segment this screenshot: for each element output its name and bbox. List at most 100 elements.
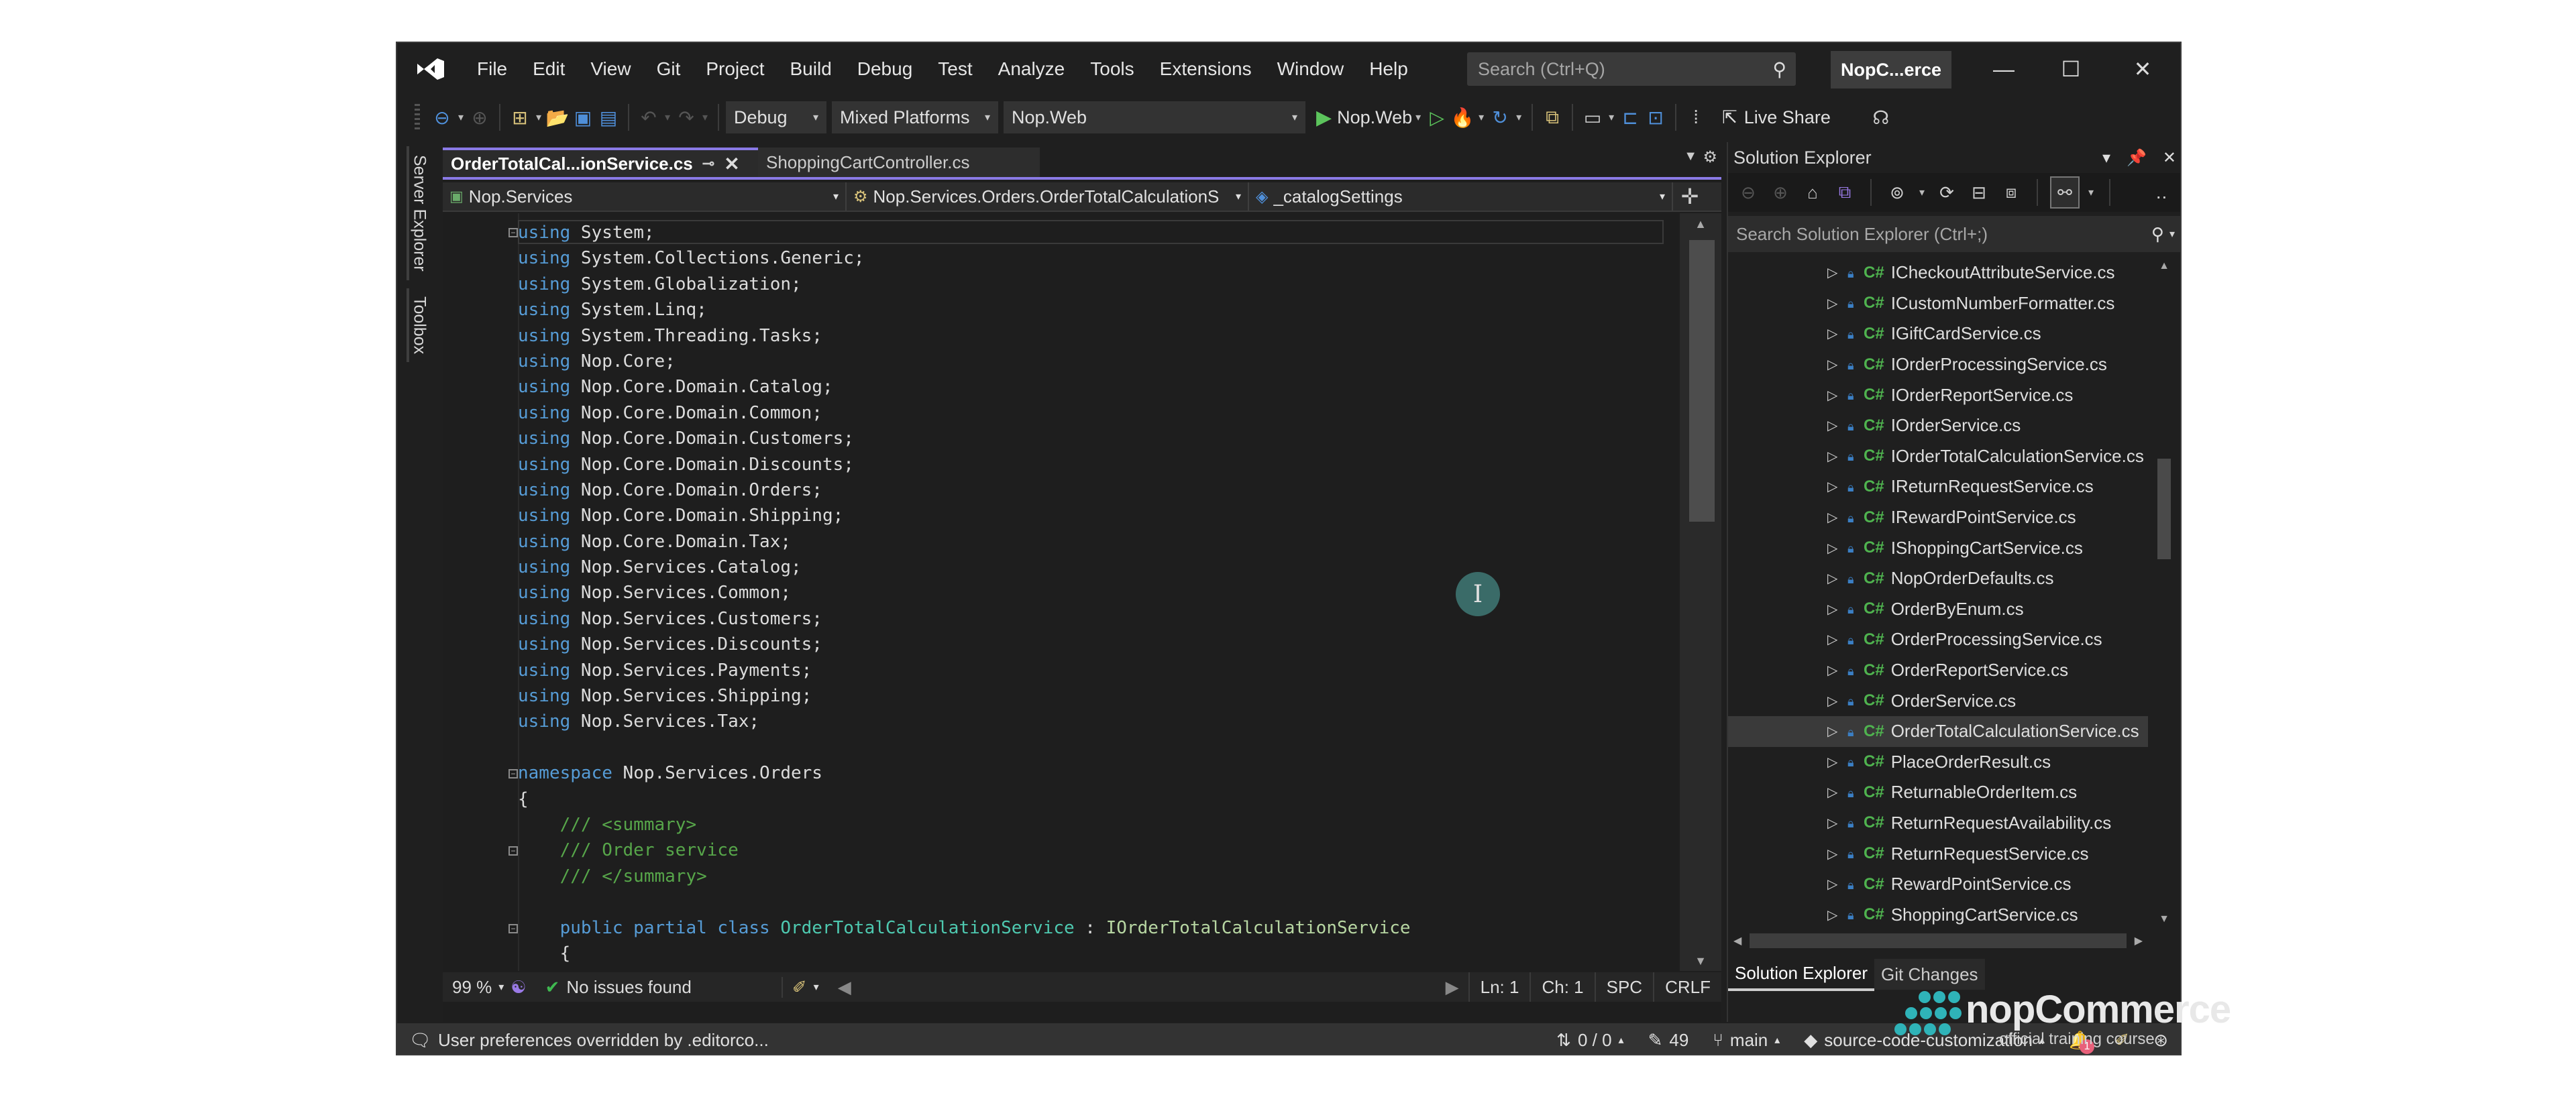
- solution-tree-vertical-scrollbar[interactable]: ▲ ▼: [2149, 257, 2179, 928]
- expand-arrow-icon[interactable]: ▷: [1827, 509, 1842, 526]
- browser-link-icon[interactable]: ⧉: [1540, 103, 1565, 132]
- step-icon[interactable]: ⊏: [1617, 103, 1643, 132]
- expand-arrow-icon[interactable]: ▷: [1827, 478, 1842, 495]
- more-options-icon[interactable]: ‥: [2148, 178, 2175, 207]
- code-line[interactable]: public partial class OrderTotalCalculati…: [518, 915, 1677, 941]
- code-line[interactable]: [518, 889, 1677, 915]
- hscroll-left-icon[interactable]: ◀: [828, 977, 861, 998]
- layout-icon[interactable]: ▭: [1580, 103, 1605, 132]
- scroll-down-icon[interactable]: ▼: [1680, 954, 1721, 968]
- window-position-dropdown-icon[interactable]: ▾: [2102, 148, 2110, 168]
- refresh-icon[interactable]: ↻: [1487, 103, 1513, 132]
- code-line[interactable]: Fields: [518, 966, 1677, 971]
- whitespace-mode[interactable]: SPC: [1594, 972, 1653, 1002]
- line-ending[interactable]: CRLF: [1653, 972, 1721, 1002]
- tree-item[interactable]: ▷ 🔒︎ C# PlaceOrderResult.cs: [1728, 747, 2148, 778]
- scrollbar-thumb[interactable]: [2157, 459, 2171, 559]
- layout-dropdown-icon[interactable]: ▾: [1605, 111, 1617, 124]
- pin-icon[interactable]: ⊸: [702, 155, 714, 172]
- code-line[interactable]: using System.Linq;: [518, 297, 1677, 323]
- tree-item[interactable]: ▷ 🔒︎ C# ReturnRequestAvailability.cs: [1728, 808, 2148, 839]
- code-line[interactable]: using Nop.Core.Domain.Tax;: [518, 529, 1677, 555]
- code-view[interactable]: using System; using System.Collections.Ge…: [443, 213, 1677, 971]
- brush-status-icon[interactable]: ✐: [2102, 1030, 2141, 1051]
- project-dropdown[interactable]: ▣ Nop.Services ▾: [443, 182, 847, 211]
- hot-reload-icon[interactable]: 🔥: [1450, 103, 1475, 132]
- pending-changes-filter-icon[interactable]: ⊚: [1884, 178, 1911, 207]
- code-line[interactable]: using Nop.Core.Domain.Customers;: [518, 426, 1677, 451]
- expand-arrow-icon[interactable]: ▷: [1827, 693, 1842, 709]
- split-editor-icon[interactable]: ✛: [1673, 182, 1707, 211]
- new-project-dropdown-icon[interactable]: ▾: [533, 111, 545, 124]
- expand-arrow-icon[interactable]: ▷: [1827, 540, 1842, 557]
- navigate-back-icon[interactable]: ⊖: [429, 103, 455, 132]
- save-all-icon[interactable]: ▤: [596, 103, 621, 132]
- expand-arrow-icon[interactable]: ▷: [1827, 723, 1842, 740]
- menu-help[interactable]: Help: [1356, 43, 1421, 95]
- menu-view[interactable]: View: [578, 43, 643, 95]
- configuration-dropdown[interactable]: Debug ▾: [726, 101, 826, 133]
- expand-arrow-icon[interactable]: ▷: [1827, 815, 1842, 831]
- expand-arrow-icon[interactable]: ▷: [1827, 662, 1842, 679]
- tree-item[interactable]: ▷ 🔒︎ C# ShoppingCartService.cs: [1728, 899, 2148, 928]
- code-line[interactable]: [518, 735, 1677, 760]
- menu-debug[interactable]: Debug: [845, 43, 926, 95]
- code-line[interactable]: using System;: [518, 220, 1677, 245]
- switch-views-icon[interactable]: ⧉: [1831, 178, 1858, 207]
- tab-solution-explorer[interactable]: Solution Explorer: [1728, 958, 1874, 991]
- redo-dropdown-icon[interactable]: ▾: [699, 111, 711, 124]
- close-tab-icon[interactable]: ✕: [724, 153, 739, 175]
- tab-git-changes[interactable]: Git Changes: [1874, 959, 1985, 990]
- code-line[interactable]: using Nop.Core.Domain.Orders;: [518, 477, 1677, 503]
- code-line[interactable]: {: [518, 787, 1677, 812]
- expand-arrow-icon[interactable]: ▷: [1827, 631, 1842, 648]
- code-line[interactable]: using Nop.Services.Shipping;: [518, 683, 1677, 709]
- tree-item[interactable]: ▷ 🔒︎ C# ICustomNumberFormatter.cs: [1728, 288, 2148, 319]
- solution-name-badge[interactable]: NopC...erce: [1831, 51, 1951, 89]
- expand-arrow-icon[interactable]: ▷: [1827, 295, 1842, 312]
- tree-item[interactable]: ▷ 🔒︎ C# IOrderReportService.cs: [1728, 380, 2148, 410]
- maximize-button[interactable]: ☐: [2037, 43, 2104, 95]
- expand-arrow-icon[interactable]: ▷: [1827, 754, 1842, 770]
- code-line[interactable]: using Nop.Services.Customers;: [518, 606, 1677, 632]
- tab-order-total-calculation-service[interactable]: OrderTotalCal...ionService.cs ⊸ ✕: [443, 148, 758, 177]
- start-without-debugging-icon[interactable]: ▷: [1424, 103, 1450, 132]
- code-line[interactable]: using Nop.Core.Domain.Catalog;: [518, 374, 1677, 400]
- branch-selector[interactable]: ⑂ main ▴: [1701, 1030, 1792, 1051]
- tree-item[interactable]: ▷ 🔒︎ C# IRewardPointService.cs: [1728, 502, 2148, 533]
- search-input[interactable]: [1477, 58, 1773, 80]
- hscroll-right-icon[interactable]: ▶: [1436, 977, 1468, 998]
- code-line[interactable]: using System.Globalization;: [518, 272, 1677, 297]
- toolbar-grip[interactable]: [415, 104, 420, 131]
- solution-search-input[interactable]: [1735, 223, 2151, 245]
- fold-toggle-icon[interactable]: −: [508, 228, 518, 237]
- code-line[interactable]: using Nop.Core.Domain.Common;: [518, 400, 1677, 426]
- feedback-icon[interactable]: ☊: [1868, 103, 1894, 132]
- expand-arrow-icon[interactable]: ▷: [1827, 356, 1842, 373]
- properties-dropdown-icon[interactable]: ▾: [2085, 186, 2097, 199]
- expand-arrow-icon[interactable]: ▷: [1827, 846, 1842, 862]
- menu-test[interactable]: Test: [925, 43, 985, 95]
- forward-icon[interactable]: ⊕: [1767, 178, 1794, 207]
- repository-selector[interactable]: ◆ source-code-customization ▴: [1792, 1030, 2057, 1051]
- menu-build[interactable]: Build: [777, 43, 845, 95]
- close-panel-icon[interactable]: ✕: [2163, 148, 2176, 168]
- expand-arrow-icon[interactable]: ▷: [1827, 417, 1842, 434]
- tree-item[interactable]: ▷ 🔒︎ C# IOrderService.cs: [1728, 410, 2148, 441]
- solution-explorer-search[interactable]: ⚲ ▾: [1728, 216, 2180, 252]
- back-icon[interactable]: ⊖: [1735, 178, 1762, 207]
- fold-toggle-icon[interactable]: −: [508, 769, 518, 778]
- code-line[interactable]: /// <summary>: [518, 812, 1677, 838]
- close-button[interactable]: ✕: [2109, 43, 2176, 95]
- expand-arrow-icon[interactable]: ▷: [1827, 784, 1842, 801]
- code-line[interactable]: using Nop.Services.Payments;: [518, 658, 1677, 683]
- minimize-button[interactable]: —: [1970, 43, 2037, 95]
- tree-item[interactable]: ▷ 🔒︎ C# IReturnRequestService.cs: [1728, 471, 2148, 502]
- back-dropdown-icon[interactable]: ▾: [455, 111, 467, 124]
- menu-file[interactable]: File: [464, 43, 520, 95]
- navigate-forward-icon[interactable]: ⊕: [467, 103, 492, 132]
- menu-analyze[interactable]: Analyze: [985, 43, 1078, 95]
- expand-arrow-icon[interactable]: ▷: [1827, 448, 1842, 465]
- properties-icon[interactable]: ⚯: [2050, 176, 2080, 209]
- start-debugging-button[interactable]: ▶ Nop.Web: [1311, 106, 1412, 129]
